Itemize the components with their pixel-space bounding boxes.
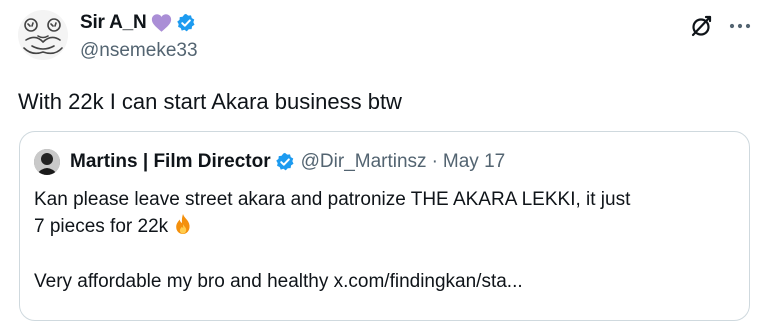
grok-icon[interactable] [690, 14, 714, 38]
quoted-author-avatar[interactable] [34, 149, 60, 175]
purple-heart-icon [151, 13, 172, 33]
verified-badge-icon[interactable] [176, 13, 196, 33]
more-icon[interactable] [728, 15, 752, 37]
tweet-text: With 22k I can start Akara business btw [18, 89, 402, 114]
author-handle[interactable]: @nsemeke33 [80, 40, 198, 62]
separator-dot: · [431, 151, 438, 172]
avatar-doodle-image [18, 10, 68, 60]
author-display-name[interactable]: Sir A_N [80, 12, 147, 34]
quoted-avatar-image [34, 149, 60, 175]
fire-icon [173, 213, 193, 243]
quoted-text-segment: 7 pieces for 22k [34, 216, 169, 237]
quoted-text-line: Very affordable my bro and healthy x.com… [34, 271, 523, 292]
quoted-date: May 17 [442, 151, 506, 172]
quoted-handle: @Dir_Martinsz [300, 151, 427, 172]
author-avatar[interactable] [18, 10, 68, 60]
quoted-text-line: 7 pieces for 22k [34, 213, 734, 243]
quoted-tweet-text: Kan please leave street akara and patron… [34, 187, 734, 295]
quoted-text-line: Kan please leave street akara and patron… [34, 189, 631, 210]
author-name-row: Sir A_N [80, 11, 196, 35]
verified-badge-icon [275, 152, 295, 172]
quoted-tweet-card[interactable]: Martins | Film Director @Dir_Martinsz · … [19, 131, 750, 321]
quoted-tweet-header: Martins | Film Director @Dir_Martinsz · … [70, 150, 505, 174]
quoted-display-name: Martins | Film Director [70, 151, 271, 172]
